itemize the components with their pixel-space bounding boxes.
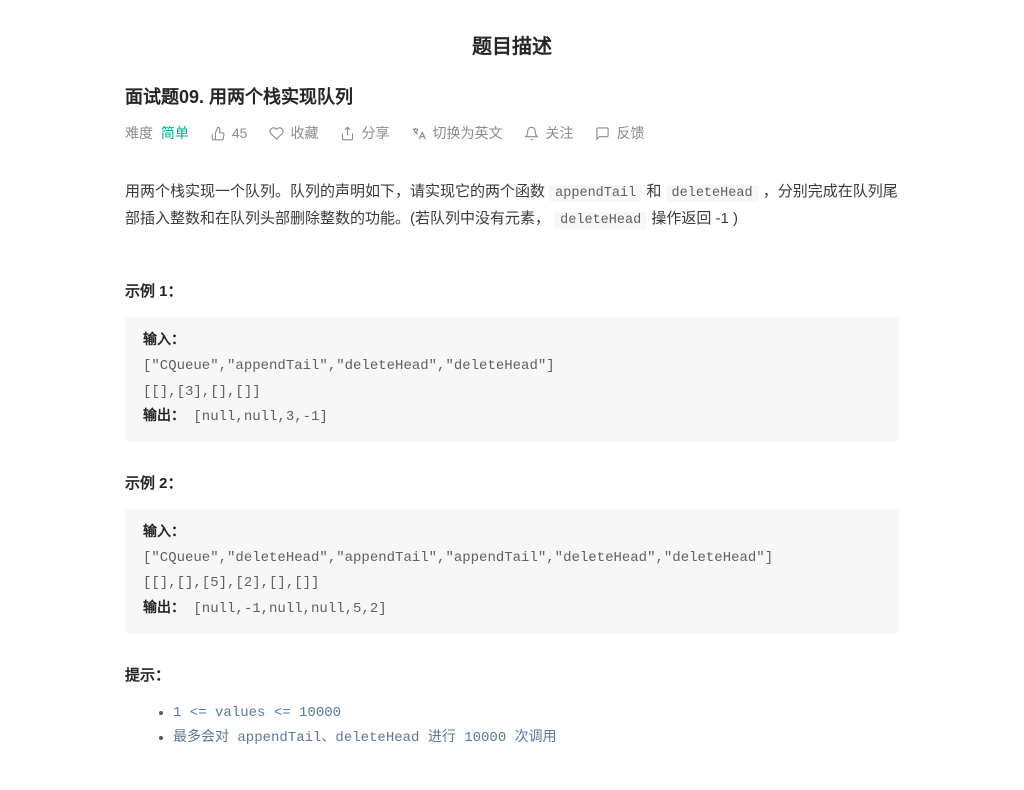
like-count: 45: [232, 125, 248, 141]
feedback-label: 反馈: [616, 123, 644, 143]
thumbs-up-icon: [211, 126, 226, 141]
feedback-button[interactable]: 反馈: [595, 123, 644, 143]
problem-description: 用两个栈实现一个队列。队列的声明如下，请实现它的两个函数 appendTail …: [125, 179, 899, 232]
follow-label: 关注: [545, 123, 573, 143]
list-item: 最多会对 appendTail、deleteHead 进行 10000 次调用: [173, 726, 899, 751]
hints-label: 提示：: [125, 664, 899, 685]
difficulty: 难度 简单: [125, 123, 189, 143]
favorite-button[interactable]: 收藏: [269, 123, 318, 143]
example-label: 示例 1：: [125, 280, 899, 301]
bell-icon: [524, 126, 539, 141]
difficulty-value: 简单: [161, 125, 189, 141]
hints-list: 1 <= values <= 10000 最多会对 appendTail、del…: [125, 701, 899, 751]
share-icon: [340, 126, 355, 141]
like-button[interactable]: 45: [211, 125, 248, 141]
heart-icon: [269, 126, 284, 141]
code-inline: deleteHead: [666, 185, 759, 202]
difficulty-label: 难度: [125, 125, 153, 141]
example-block: 输入： ["CQueue","deleteHead","appendTail",…: [125, 509, 899, 634]
switch-language-button[interactable]: 切换为英文: [411, 123, 502, 143]
example-block: 输入： ["CQueue","appendTail","deleteHead",…: [125, 317, 899, 442]
chat-icon: [595, 126, 610, 141]
favorite-label: 收藏: [290, 123, 318, 143]
problem-title: 面试题09. 用两个栈实现队列: [125, 83, 899, 109]
example-label: 示例 2：: [125, 472, 899, 493]
page-title: 题目描述: [0, 0, 1024, 83]
meta-row: 难度 简单 45 收藏 分享: [125, 123, 899, 143]
code-inline: appendTail: [549, 185, 642, 202]
code-inline: deleteHead: [554, 212, 647, 229]
follow-button[interactable]: 关注: [524, 123, 573, 143]
switch-language-label: 切换为英文: [432, 123, 502, 143]
share-button[interactable]: 分享: [340, 123, 389, 143]
share-label: 分享: [361, 123, 389, 143]
list-item: 1 <= values <= 10000: [173, 701, 899, 726]
translate-icon: [411, 126, 426, 141]
